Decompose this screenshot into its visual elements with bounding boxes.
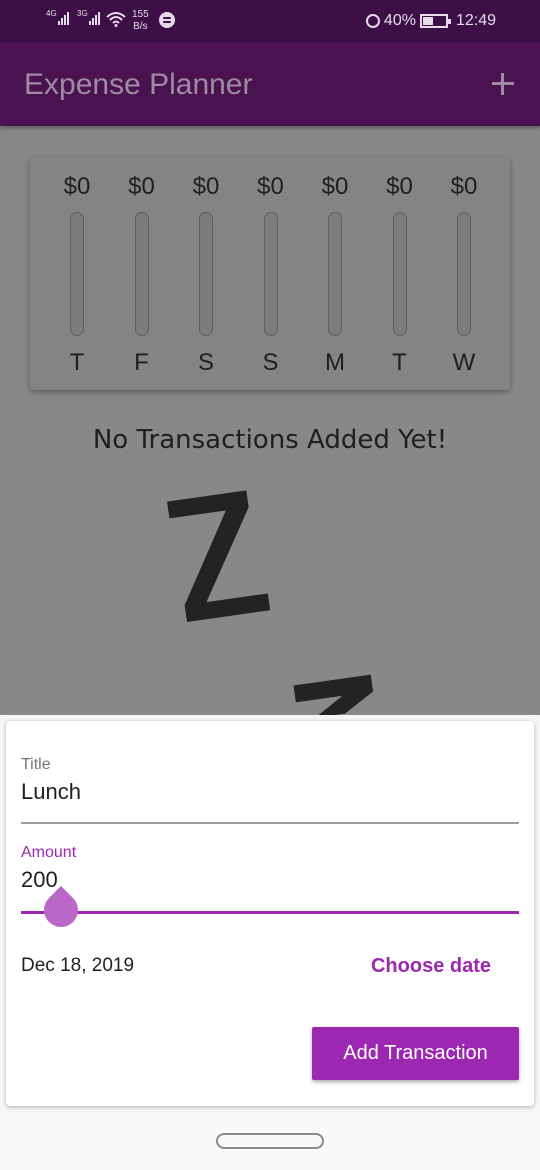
add-transaction-button[interactable]: Add Transaction	[312, 1027, 519, 1080]
title-field-underline	[21, 822, 519, 824]
amount-field[interactable]: 200	[21, 867, 58, 893]
amount-field-underline	[21, 911, 519, 914]
title-field-label: Title	[21, 756, 51, 773]
zzz-sleep-illustration	[167, 490, 374, 715]
navigation-bar	[0, 1112, 540, 1170]
home-gesture-bar[interactable]	[216, 1133, 324, 1149]
text-cursor-handle[interactable]	[36, 885, 86, 935]
choose-date-button[interactable]: Choose date	[358, 951, 504, 981]
selected-date: Dec 18, 2019	[21, 955, 135, 976]
new-transaction-form: Title Lunch Amount 200 Dec 18, 2019 Choo…	[6, 721, 534, 1106]
screen: 4G 3G 155 B/s 40% 12:49 Expense Planner	[0, 0, 540, 1170]
amount-field-label: Amount	[21, 844, 77, 861]
title-field[interactable]: Lunch	[21, 779, 81, 805]
